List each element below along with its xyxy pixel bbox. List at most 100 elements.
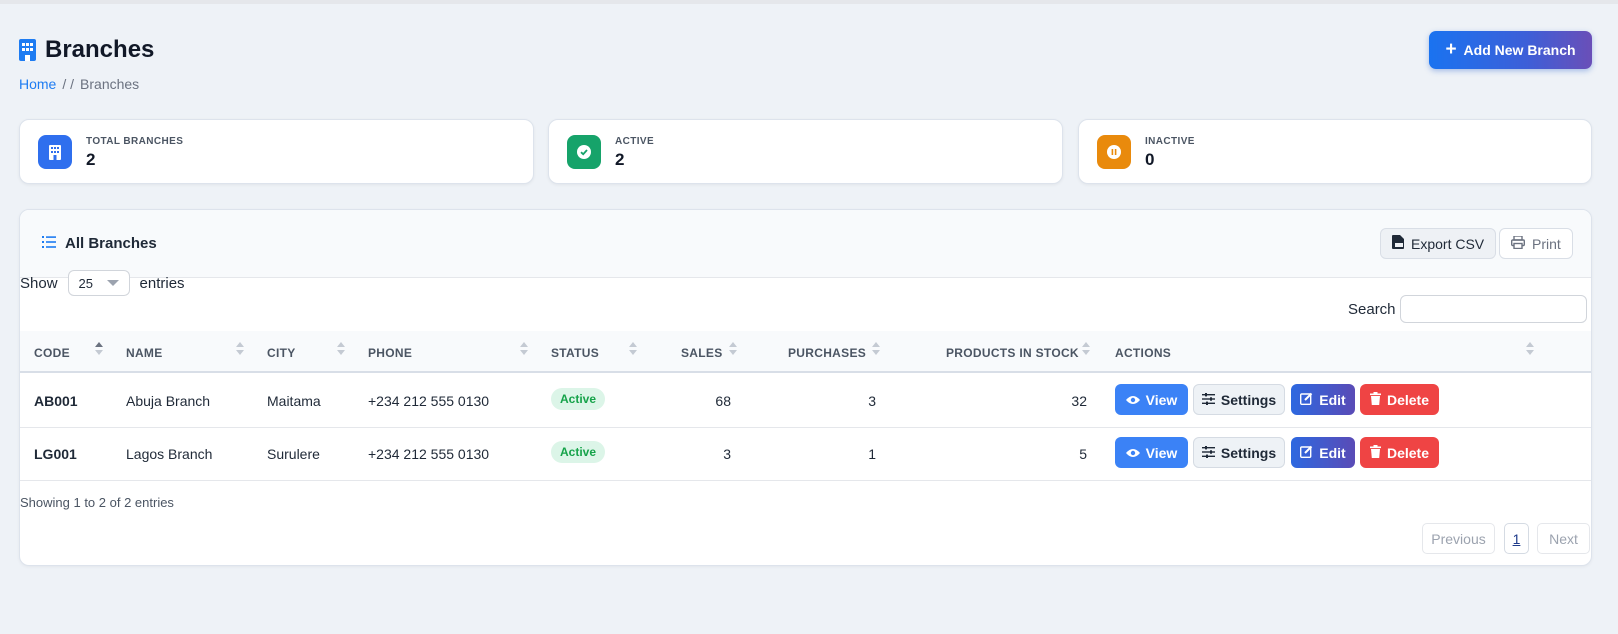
card-title: All Branches: [42, 235, 157, 252]
column-header-purchases[interactable]: PURCHASES: [788, 346, 866, 360]
edit-button[interactable]: Edit: [1291, 437, 1355, 468]
sort-icon[interactable]: [729, 342, 737, 358]
export-csv-button[interactable]: Export CSV: [1380, 228, 1497, 259]
column-header-code[interactable]: CODE: [34, 346, 70, 360]
cell-purchases: 1: [868, 446, 876, 462]
settings-button[interactable]: Settings: [1193, 384, 1285, 415]
export-csv-label: Export CSV: [1411, 235, 1485, 252]
show-label: Show: [20, 274, 58, 292]
page-1-button[interactable]: 1: [1504, 523, 1529, 554]
cell-code: LG001: [34, 446, 77, 462]
card-title-text: All Branches: [65, 235, 157, 252]
cell-stock: 32: [1071, 393, 1087, 409]
sliders-icon: [1201, 392, 1215, 408]
column-header-products-in-stock[interactable]: PRODUCTS IN STOCK: [946, 346, 1079, 360]
delete-label: Delete: [1386, 391, 1430, 408]
pause-circle-icon: [1097, 135, 1131, 169]
stat-label: ACTIVE: [615, 136, 655, 147]
next-page-button[interactable]: Next: [1537, 523, 1590, 554]
search-label: Search: [1348, 301, 1396, 318]
stat-label: INACTIVE: [1145, 136, 1195, 147]
delete-button[interactable]: Delete: [1360, 437, 1439, 468]
breadcrumb-home[interactable]: Home: [19, 76, 56, 92]
sort-icon[interactable]: [629, 342, 637, 358]
settings-label: Settings: [1220, 444, 1277, 461]
add-new-branch-label: Add New Branch: [1463, 42, 1576, 58]
building-icon: [19, 39, 36, 61]
branches-card: All Branches Export CSV Print Show 25 en…: [19, 209, 1592, 566]
entries-control: Show 25 entries: [20, 270, 185, 296]
cell-name: Lagos Branch: [126, 446, 213, 462]
search-input[interactable]: [1400, 295, 1587, 323]
sort-icon[interactable]: [1082, 342, 1090, 358]
sliders-icon: [1201, 445, 1215, 461]
stat-label: TOTAL BRANCHES: [86, 136, 184, 147]
column-header-status[interactable]: STATUS: [551, 346, 599, 360]
cell-city: Surulere: [267, 446, 320, 462]
view-label: View: [1145, 391, 1178, 408]
list-icon: [42, 235, 56, 252]
cell-stock: 5: [1079, 446, 1087, 462]
sort-icon[interactable]: [1526, 342, 1534, 358]
status-badge: Active: [551, 441, 606, 463]
cell-sales: 3: [723, 446, 731, 462]
trash-icon: [1369, 391, 1381, 408]
view-button[interactable]: View: [1115, 384, 1188, 415]
status-badge: Active: [551, 388, 606, 410]
trash-icon: [1369, 444, 1381, 461]
settings-button[interactable]: Settings: [1193, 437, 1285, 468]
page-header: Branches Home / / Branches: [19, 36, 154, 92]
stat-card-inactive: INACTIVE 0: [1078, 119, 1592, 184]
cell-purchases: 3: [868, 393, 876, 409]
page-title: Branches: [19, 36, 154, 64]
chevron-down-icon: [106, 280, 119, 286]
column-header-name[interactable]: NAME: [126, 346, 163, 360]
cell-name: Abuja Branch: [126, 393, 211, 409]
column-header-phone[interactable]: PHONE: [368, 346, 412, 360]
column-header-city[interactable]: CITY: [267, 346, 296, 360]
breadcrumb-current: Branches: [80, 76, 140, 92]
plus-icon: +: [1445, 38, 1457, 60]
stat-value: 0: [1145, 150, 1155, 169]
eye-icon: [1125, 445, 1140, 461]
stat-value: 2: [615, 150, 625, 169]
sort-icon[interactable]: [520, 342, 528, 358]
sort-icon[interactable]: [95, 342, 103, 358]
printer-icon: [1510, 234, 1526, 252]
add-new-branch-button[interactable]: + Add New Branch: [1429, 31, 1592, 69]
entries-label: entries: [139, 274, 185, 292]
sort-icon[interactable]: [236, 342, 244, 358]
breadcrumb-separator: / /: [62, 76, 75, 92]
page-title-text: Branches: [45, 36, 155, 63]
top-border: [0, 0, 1618, 4]
cell-phone: +234 212 555 0130: [368, 393, 490, 409]
cell-sales: 68: [715, 393, 731, 409]
sort-icon[interactable]: [872, 342, 880, 358]
delete-button[interactable]: Delete: [1360, 384, 1439, 415]
stat-card-active: ACTIVE 2: [548, 119, 1063, 184]
table-row: LG001 Lagos Branch Surulere +234 212 555…: [20, 427, 1591, 481]
file-csv-icon: [1392, 235, 1404, 252]
sort-icon[interactable]: [337, 342, 345, 358]
stat-card-total: TOTAL BRANCHES 2: [19, 119, 534, 184]
previous-page-button[interactable]: Previous: [1422, 523, 1495, 554]
cell-phone: +234 212 555 0130: [368, 446, 490, 462]
cell-city: Maitama: [267, 393, 321, 409]
print-button[interactable]: Print: [1499, 228, 1573, 259]
print-label: Print: [1532, 235, 1561, 252]
entries-select[interactable]: 25: [67, 270, 130, 296]
edit-icon: [1300, 392, 1313, 408]
card-header: All Branches Export CSV Print: [20, 210, 1591, 278]
cell-code: AB001: [34, 393, 78, 409]
entries-value: 25: [78, 275, 93, 291]
column-header-sales[interactable]: SALES: [681, 346, 723, 360]
building-icon: [38, 135, 72, 169]
eye-icon: [1125, 392, 1140, 408]
edit-button[interactable]: Edit: [1291, 384, 1355, 415]
check-circle-icon: [567, 135, 601, 169]
view-button[interactable]: View: [1115, 437, 1188, 468]
settings-label: Settings: [1220, 391, 1277, 408]
edit-icon: [1300, 445, 1313, 461]
view-label: View: [1145, 444, 1178, 461]
column-header-actions[interactable]: ACTIONS: [1115, 346, 1171, 360]
